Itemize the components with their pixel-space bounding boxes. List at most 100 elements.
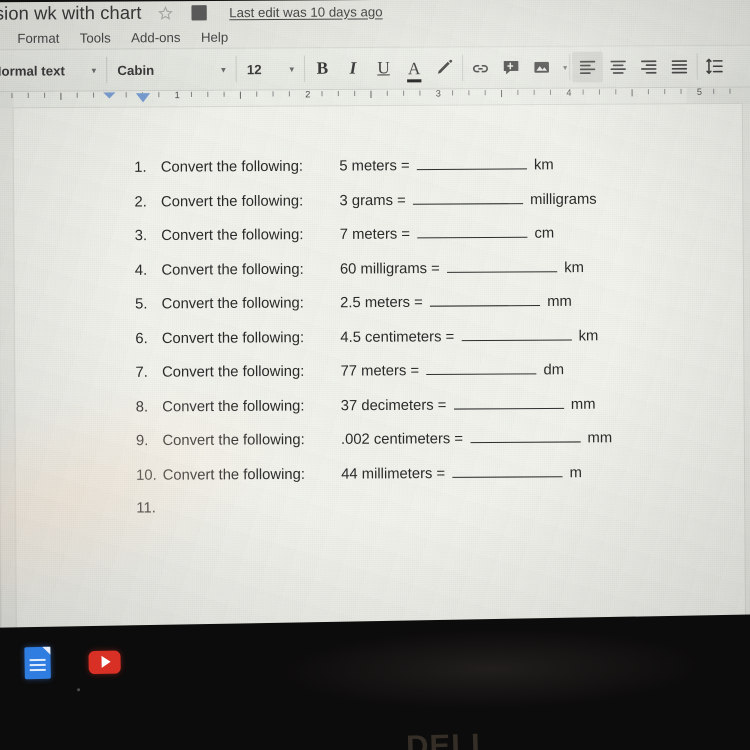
question-prompt: Convert the following: bbox=[162, 363, 305, 381]
answer-blank[interactable] bbox=[446, 258, 558, 273]
first-line-indent-marker[interactable] bbox=[103, 92, 116, 99]
insert-link-icon bbox=[471, 58, 489, 76]
question-unit: mm bbox=[547, 293, 572, 311]
question-prompt: Convert the following: bbox=[161, 295, 304, 313]
paragraph-style-dropdown[interactable]: Normal text ▾ bbox=[0, 56, 104, 85]
star-icon[interactable] bbox=[158, 5, 173, 20]
font-size-value: 12 bbox=[246, 61, 262, 77]
question-number: 3. bbox=[134, 227, 148, 245]
question-item: 7. Convert the following: 77 meters = dm bbox=[135, 360, 727, 381]
question-value: 3 grams = bbox=[339, 192, 406, 209]
align-center-icon bbox=[609, 58, 627, 76]
question-value: 44 millimeters = bbox=[341, 465, 446, 483]
question-number: 10. bbox=[136, 466, 157, 484]
menu-item-addons[interactable]: Add-ons bbox=[128, 28, 184, 46]
question-value: 2.5 meters = bbox=[340, 294, 423, 312]
question-value: 5 meters = bbox=[339, 157, 410, 175]
document-body[interactable]: 1. Convert the following: 5 meters = km … bbox=[134, 155, 728, 533]
document-page[interactable]: 1. Convert the following: 5 meters = km … bbox=[13, 103, 746, 650]
question-item: 11. bbox=[136, 497, 728, 517]
toolbar-divider bbox=[569, 53, 571, 81]
move-to-folder-icon[interactable] bbox=[191, 4, 207, 20]
align-justify-button[interactable] bbox=[664, 51, 695, 82]
line-spacing-icon bbox=[706, 57, 724, 75]
bezel-sheen bbox=[280, 625, 702, 713]
answer-blank[interactable] bbox=[426, 361, 537, 376]
question-equation: 44 millimeters = m bbox=[341, 463, 582, 482]
question-unit: km bbox=[564, 259, 585, 276]
document-title[interactable]: ersion wk with chart bbox=[0, 2, 142, 24]
question-value: 37 decimeters = bbox=[340, 396, 447, 414]
ruler-number: 1 bbox=[174, 89, 180, 101]
question-equation: 60 milligrams = km bbox=[340, 258, 584, 277]
answer-blank[interactable] bbox=[453, 395, 564, 410]
question-value: 77 meters = bbox=[340, 362, 420, 380]
question-unit: km bbox=[533, 157, 554, 174]
answer-blank[interactable] bbox=[417, 224, 528, 239]
question-item: 10. Convert the following: 44 millimeter… bbox=[136, 462, 728, 483]
insert-image-button[interactable] bbox=[526, 52, 557, 83]
font-family-dropdown[interactable]: Cabin ▾ bbox=[109, 55, 234, 84]
insert-link-button[interactable] bbox=[465, 52, 496, 83]
add-comment-icon bbox=[502, 58, 520, 76]
align-left-button[interactable] bbox=[572, 51, 603, 83]
answer-blank[interactable] bbox=[461, 326, 572, 341]
bold-button[interactable]: B bbox=[307, 53, 338, 84]
paragraph-style-value: Normal text bbox=[0, 62, 65, 79]
chevron-down-icon: ▾ bbox=[221, 64, 226, 74]
chevron-down-icon: ▾ bbox=[91, 65, 96, 75]
align-right-icon bbox=[640, 57, 658, 75]
add-comment-button[interactable] bbox=[496, 52, 527, 83]
answer-blank[interactable] bbox=[470, 429, 581, 444]
question-number: 11. bbox=[136, 500, 156, 517]
image-options-chevron-down-icon[interactable]: ▾ bbox=[563, 63, 567, 72]
align-right-button[interactable] bbox=[633, 51, 664, 82]
monitor-bezel: DELL bbox=[0, 614, 750, 750]
question-item: 3. Convert the following: 7 meters = cm bbox=[135, 223, 727, 244]
font-size-dropdown[interactable]: 12 ▾ bbox=[239, 55, 302, 84]
italic-button[interactable]: I bbox=[338, 53, 369, 84]
highlight-color-button[interactable] bbox=[429, 53, 460, 84]
menu-item-format[interactable]: Format bbox=[14, 29, 62, 47]
line-spacing-button[interactable] bbox=[700, 51, 731, 82]
bold-icon: B bbox=[316, 58, 329, 78]
question-unit: dm bbox=[543, 361, 565, 379]
text-color-icon: A bbox=[407, 58, 421, 78]
question-prompt: Convert the following: bbox=[161, 261, 304, 279]
question-item: 9. Convert the following: .002 centimete… bbox=[136, 428, 728, 449]
question-item: 8. Convert the following: 37 decimeters … bbox=[136, 394, 728, 415]
text-color-button[interactable]: A bbox=[399, 53, 430, 84]
question-unit: km bbox=[578, 327, 599, 345]
menu-item-help[interactable]: Help bbox=[198, 28, 232, 46]
question-number: 8. bbox=[135, 398, 149, 416]
toolbar-divider bbox=[235, 55, 237, 83]
highlight-pen-icon bbox=[436, 59, 454, 77]
answer-blank[interactable] bbox=[452, 463, 563, 478]
answer-blank[interactable] bbox=[416, 156, 527, 171]
monitor-photo: ersion wk with chart Last edit was 10 da… bbox=[0, 0, 750, 750]
question-value: 4.5 centimeters = bbox=[340, 328, 455, 346]
menu-item-tools[interactable]: Tools bbox=[77, 29, 114, 47]
monitor-brand-logo: DELL bbox=[405, 726, 492, 750]
answer-blank[interactable] bbox=[429, 292, 541, 307]
question-unit: cm bbox=[534, 225, 555, 242]
left-indent-marker[interactable] bbox=[135, 93, 151, 103]
docs-icon-lines bbox=[29, 658, 46, 674]
question-equation: 4.5 centimeters = km bbox=[340, 326, 599, 346]
question-unit: mm bbox=[570, 395, 596, 413]
align-left-icon bbox=[578, 58, 596, 76]
answer-blank[interactable] bbox=[412, 190, 523, 205]
last-edit-status[interactable]: Last edit was 10 days ago bbox=[229, 4, 382, 20]
italic-icon: I bbox=[349, 58, 357, 78]
question-item: 2. Convert the following: 3 grams = mill… bbox=[134, 189, 726, 210]
taskbar bbox=[24, 646, 121, 680]
question-prompt: Convert the following: bbox=[161, 329, 305, 347]
align-center-button[interactable] bbox=[603, 51, 634, 82]
google-docs-icon[interactable] bbox=[24, 646, 51, 680]
youtube-icon[interactable] bbox=[88, 650, 121, 674]
underline-button[interactable]: U bbox=[368, 53, 399, 84]
toolbar-divider bbox=[462, 54, 464, 82]
font-family-value: Cabin bbox=[117, 62, 155, 78]
screen-content: ersion wk with chart Last edit was 10 da… bbox=[0, 0, 750, 650]
question-prompt: Convert the following: bbox=[162, 466, 305, 484]
